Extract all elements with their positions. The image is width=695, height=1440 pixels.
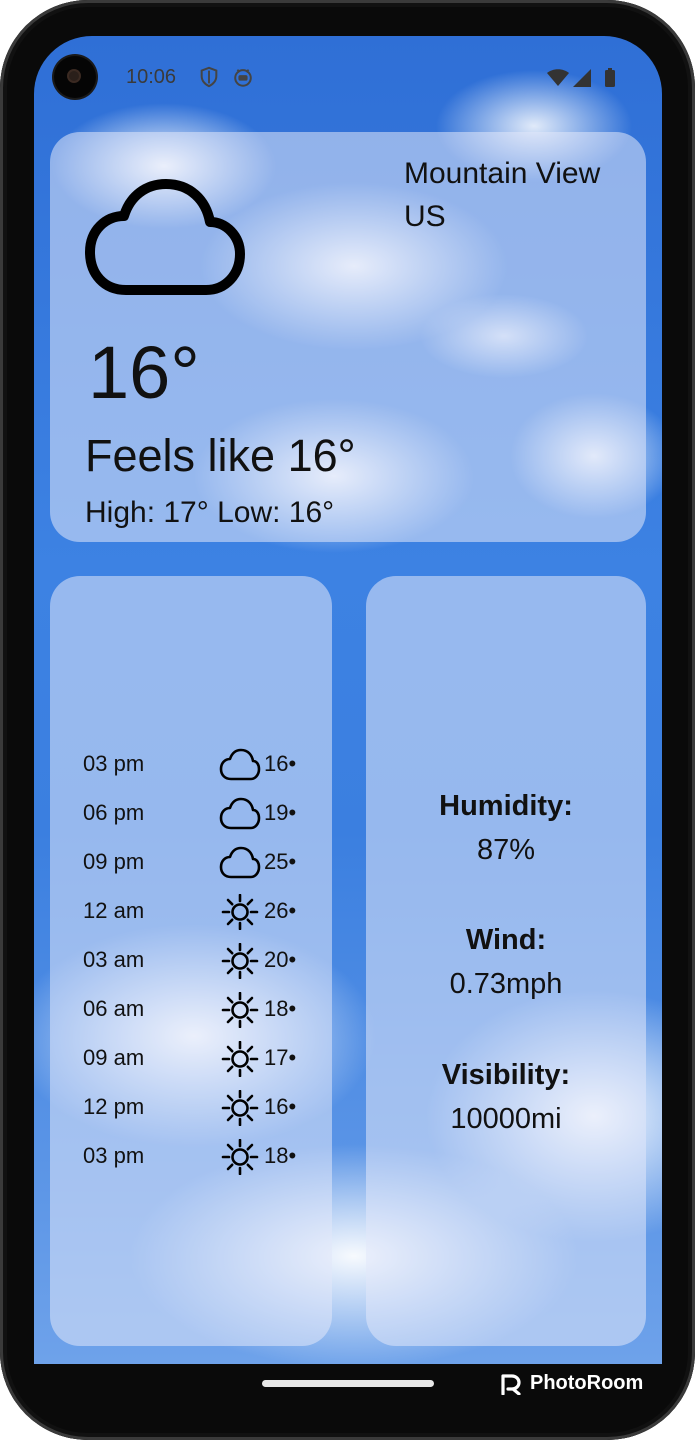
sun-icon bbox=[219, 1040, 261, 1078]
forecast-time: 12 pm bbox=[83, 1094, 145, 1119]
location-block: Mountain View US bbox=[404, 152, 600, 238]
country-code: US bbox=[404, 200, 446, 233]
wifi-icon bbox=[547, 69, 569, 86]
phone-frame: 10:06 Mountain View US 16° Feels like 16… bbox=[0, 0, 695, 1440]
sun-icon bbox=[219, 942, 261, 980]
forecast-time: 09 am bbox=[83, 1045, 145, 1070]
home-indicator[interactable] bbox=[262, 1380, 434, 1387]
current-temperature: 16° bbox=[88, 331, 200, 414]
details-card: Humidity: 87% Wind: 0.73mph Visibility: … bbox=[366, 576, 646, 1346]
forecast-row: 09 pm 25• bbox=[83, 845, 323, 894]
forecast-temperature: 20• bbox=[264, 947, 297, 972]
forecast-time: 12 am bbox=[83, 898, 145, 923]
forecast-temperature: 18• bbox=[264, 1143, 297, 1168]
feels-like: Feels like 16° bbox=[85, 430, 356, 481]
cloud-icon bbox=[219, 845, 261, 881]
forecast-time: 09 pm bbox=[83, 849, 145, 874]
visibility-label: Visibility: bbox=[441, 1059, 571, 1091]
forecast-list: 03 pm 16• 06 pm 19• 09 pm 25• 12 am 26• 03 am 20•… bbox=[83, 747, 323, 1188]
wind-value: 0.73mph bbox=[449, 968, 563, 1000]
visibility-value: 10000mi bbox=[450, 1103, 562, 1135]
high-low: High: 17° Low: 16° bbox=[85, 496, 335, 529]
forecast-temperature: 25• bbox=[264, 849, 297, 874]
photoroom-logo-icon bbox=[501, 1373, 521, 1395]
forecast-time: 06 pm bbox=[83, 800, 145, 825]
forecast-row: 03 am 20• bbox=[83, 942, 323, 992]
battery-icon bbox=[605, 68, 615, 87]
front-camera bbox=[54, 56, 96, 98]
forecast-row: 06 pm 19• bbox=[83, 796, 323, 845]
forecast-temperature: 19• bbox=[264, 800, 297, 825]
forecast-temperature: 18• bbox=[264, 996, 297, 1021]
shield-icon bbox=[200, 66, 218, 88]
forecast-row: 12 pm 16• bbox=[83, 1089, 323, 1139]
cloud-icon bbox=[219, 796, 261, 832]
forecast-row: 06 am 18• bbox=[83, 991, 323, 1041]
status-bar: 10:06 bbox=[34, 36, 662, 116]
current-weather-card: Mountain View US 16° Feels like 16° High… bbox=[50, 132, 646, 542]
hourly-forecast-card: 03 pm 16• 06 pm 19• 09 pm 25• 12 am 26• 03 am 20•… bbox=[50, 576, 332, 1346]
forecast-row: 03 pm 16• bbox=[83, 747, 323, 796]
forecast-time: 06 am bbox=[83, 996, 145, 1021]
humidity-label: Humidity: bbox=[439, 790, 573, 822]
sun-icon bbox=[219, 893, 261, 931]
forecast-temperature: 16• bbox=[264, 751, 297, 776]
forecast-row: 03 pm 18• bbox=[83, 1138, 323, 1188]
cloud-icon bbox=[85, 179, 245, 295]
forecast-temperature: 16• bbox=[264, 1094, 297, 1119]
sun-icon bbox=[219, 991, 261, 1029]
status-time: 10:06 bbox=[126, 66, 177, 88]
humidity-value: 87% bbox=[476, 834, 536, 866]
sun-icon bbox=[219, 1138, 261, 1176]
forecast-temperature: 26• bbox=[264, 898, 297, 923]
app-screen: 10:06 Mountain View US 16° Feels like 16… bbox=[34, 36, 662, 1364]
city-name: Mountain View bbox=[404, 157, 601, 190]
cell-signal-icon bbox=[573, 69, 591, 87]
forecast-time: 03 pm bbox=[83, 1143, 145, 1168]
android-debug-icon bbox=[234, 69, 252, 87]
forecast-temperature: 17• bbox=[264, 1045, 297, 1070]
watermark: PhotoRoom bbox=[500, 1372, 643, 1395]
wind-label: Wind: bbox=[465, 924, 547, 956]
cloud-icon bbox=[219, 747, 261, 783]
watermark-text: PhotoRoom bbox=[530, 1372, 644, 1394]
forecast-row: 09 am 17• bbox=[83, 1040, 323, 1090]
forecast-time: 03 am bbox=[83, 947, 145, 972]
forecast-row: 12 am 26• bbox=[83, 893, 323, 943]
sun-icon bbox=[219, 1089, 261, 1127]
forecast-time: 03 pm bbox=[83, 751, 145, 776]
